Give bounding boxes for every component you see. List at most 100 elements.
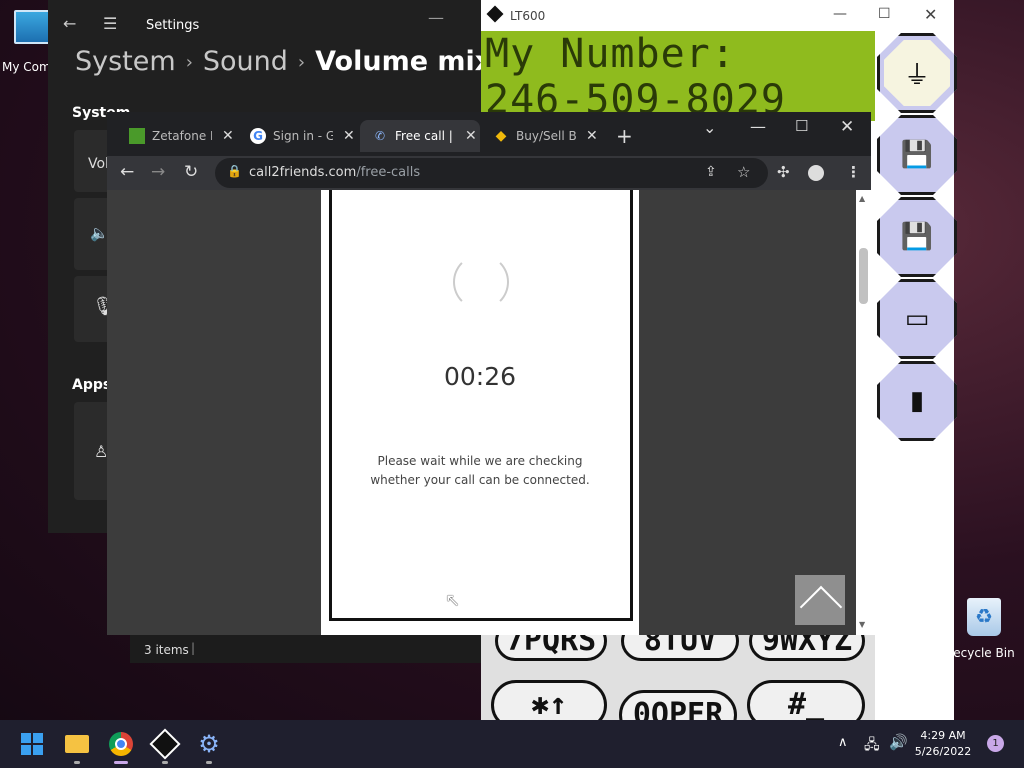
bookmark-star-icon[interactable]: ☆ — [737, 163, 750, 181]
url-path: /free-calls — [356, 165, 421, 180]
chrome-window: Zetafone L ✕ G Sign in - G ✕ ✆ Free call… — [107, 112, 871, 635]
lt600-title: LT600 — [510, 9, 546, 23]
tab-search-chevron-icon[interactable]: ⌄ — [703, 118, 716, 137]
close-button[interactable]: ✕ — [924, 5, 937, 24]
file-explorer-button[interactable] — [61, 728, 93, 760]
settings-taskbar-button[interactable]: ⚙ — [193, 728, 225, 760]
tab-label: Free call | C — [395, 129, 455, 143]
running-indicator — [74, 761, 80, 764]
call-panel: 00:26 Please wait while we are checking … — [321, 190, 639, 635]
browser-toolbar: ← → ↻ 🔒 call2friends.com/free-calls ⇪ ☆ … — [107, 156, 871, 190]
file-explorer-statusbar: 3 items | — [130, 635, 482, 663]
maximize-button[interactable]: ☐ — [878, 6, 891, 22]
network-icon[interactable]: 🖧 — [864, 734, 880, 758]
lcd-display: My Number: 246-509-8029 — [481, 31, 875, 121]
forward-arrow-icon[interactable]: → — [151, 162, 165, 182]
gear-icon: ⚙ — [198, 730, 220, 758]
save-out-button[interactable]: 💾 — [877, 197, 957, 277]
recycle-bin-icon — [967, 598, 1001, 636]
clock-date: 5/26/2022 — [914, 745, 972, 758]
floppy-out-icon: 💾 — [884, 204, 950, 270]
desktop-icon-recycle-bin[interactable]: ecycle Bin — [944, 598, 1024, 660]
battery-empty-icon: ▭ — [884, 286, 950, 352]
back-arrow-icon[interactable]: ← — [120, 162, 134, 182]
google-favicon-icon: G — [250, 128, 266, 144]
scrollbar-thumb[interactable] — [859, 248, 868, 304]
lock-icon: 🔒 — [227, 164, 242, 178]
item-count: 3 items — [144, 643, 189, 657]
battery-full-icon: ▮ — [884, 368, 950, 434]
volume-icon[interactable]: 🔊 — [889, 733, 908, 751]
hamburger-menu-icon[interactable]: ☰ — [103, 14, 117, 33]
wait-message: Please wait while we are checking whethe… — [370, 454, 590, 487]
phone-favicon-icon: ✆ — [374, 129, 386, 143]
chevron-up-icon[interactable]: ∧ — [838, 735, 848, 750]
floppy-in-icon: 💾 — [884, 122, 950, 188]
minimize-button[interactable]: — — [428, 8, 444, 27]
profile-avatar-icon[interactable] — [808, 165, 824, 181]
lt600-control-panel: ⏚ 💾 💾 ▭ ▮ — [875, 31, 957, 720]
loading-spinner-icon — [453, 254, 509, 310]
phone-jack-icon: ⏚ — [884, 40, 950, 106]
reload-icon[interactable]: ↻ — [184, 162, 198, 182]
vertical-scrollbar[interactable]: ▲ ▼ — [856, 190, 871, 635]
lt600-icon — [149, 728, 181, 760]
mouse-cursor-icon: ↖ — [445, 590, 461, 611]
url-text: call2friends.com/free-calls — [249, 165, 420, 180]
battery-full-button[interactable]: ▮ — [877, 361, 957, 441]
url-host: call2friends.com — [249, 165, 357, 180]
active-indicator — [114, 761, 128, 764]
speaker-icon: 🔈 — [90, 224, 109, 242]
battery-empty-button[interactable]: ▭ — [877, 279, 957, 359]
share-icon[interactable]: ⇪ — [705, 164, 717, 180]
save-in-button[interactable]: 💾 — [877, 115, 957, 195]
section-heading-apps: Apps — [72, 377, 112, 393]
chevron-right-icon: › — [185, 52, 193, 73]
minimize-button[interactable]: — — [833, 6, 847, 22]
clock-time: 4:29 AM — [920, 729, 966, 742]
lt600-taskbar-button[interactable] — [149, 728, 181, 760]
lt600-app-icon — [486, 5, 504, 23]
tab-close-icon[interactable]: ✕ — [586, 128, 598, 144]
minimize-button[interactable]: — — [750, 117, 766, 136]
breadcrumb: System › Sound › Volume mix — [75, 46, 492, 77]
tab-zetafone[interactable]: Zetafone L ✕ — [117, 120, 235, 152]
tab-binance[interactable]: ◆ Buy/Sell Bi ✕ — [481, 120, 599, 152]
windows-logo-icon — [21, 733, 43, 755]
breadcrumb-sound[interactable]: Sound — [203, 46, 288, 77]
keypad: 7PQRS 8TUV 9WXYZ ✱↑ 0OPER #_ — [481, 621, 875, 740]
close-button[interactable]: ✕ — [840, 117, 854, 137]
chrome-icon — [109, 732, 133, 756]
more-menu-icon[interactable]: ⋮ — [846, 163, 861, 181]
settings-title: Settings — [146, 18, 200, 33]
tab-close-icon[interactable]: ✕ — [343, 128, 355, 144]
scroll-up-icon[interactable]: ▲ — [859, 194, 865, 203]
chrome-taskbar-button[interactable] — [105, 728, 137, 760]
extensions-puzzle-icon[interactable]: ✣ — [777, 163, 790, 181]
card-label: Vol — [88, 156, 109, 172]
tab-free-call[interactable]: ✆ Free call | C ✕ — [360, 120, 480, 152]
notification-badge[interactable]: 1 — [987, 735, 1004, 752]
back-arrow-icon[interactable]: ← — [63, 14, 76, 33]
hangup-button[interactable]: ⏚ — [877, 33, 957, 113]
start-button[interactable] — [16, 728, 48, 760]
maximize-button[interactable]: ☐ — [795, 117, 808, 135]
scroll-down-icon[interactable]: ▼ — [859, 620, 865, 629]
tab-label: Sign in - G — [273, 129, 333, 143]
lt600-titlebar: LT600 — ☐ ✕ — [481, 0, 954, 31]
tab-close-icon[interactable]: ✕ — [222, 128, 234, 144]
system-clock[interactable]: 4:29 AM 5/26/2022 — [912, 728, 974, 760]
call-timer: 00:26 — [443, 362, 517, 391]
new-tab-button[interactable]: + — [616, 124, 633, 148]
tab-close-icon[interactable]: ✕ — [465, 128, 477, 144]
tab-label: Buy/Sell Bi — [516, 129, 576, 143]
tab-strip: Zetafone L ✕ G Sign in - G ✕ ✆ Free call… — [107, 112, 871, 156]
page-viewport: 00:26 Please wait while we are checking … — [107, 190, 871, 635]
scroll-to-top-button[interactable] — [795, 575, 845, 625]
tab-google-sign-in[interactable]: G Sign in - G ✕ — [238, 120, 356, 152]
breadcrumb-volume-mixer: Volume mix — [315, 46, 493, 77]
address-bar[interactable]: 🔒 call2friends.com/free-calls ⇪ ☆ — [215, 158, 768, 188]
breadcrumb-system[interactable]: System — [75, 46, 176, 77]
desktop-icon-label: ecycle Bin — [953, 646, 1015, 660]
chevron-right-icon: › — [297, 52, 306, 73]
